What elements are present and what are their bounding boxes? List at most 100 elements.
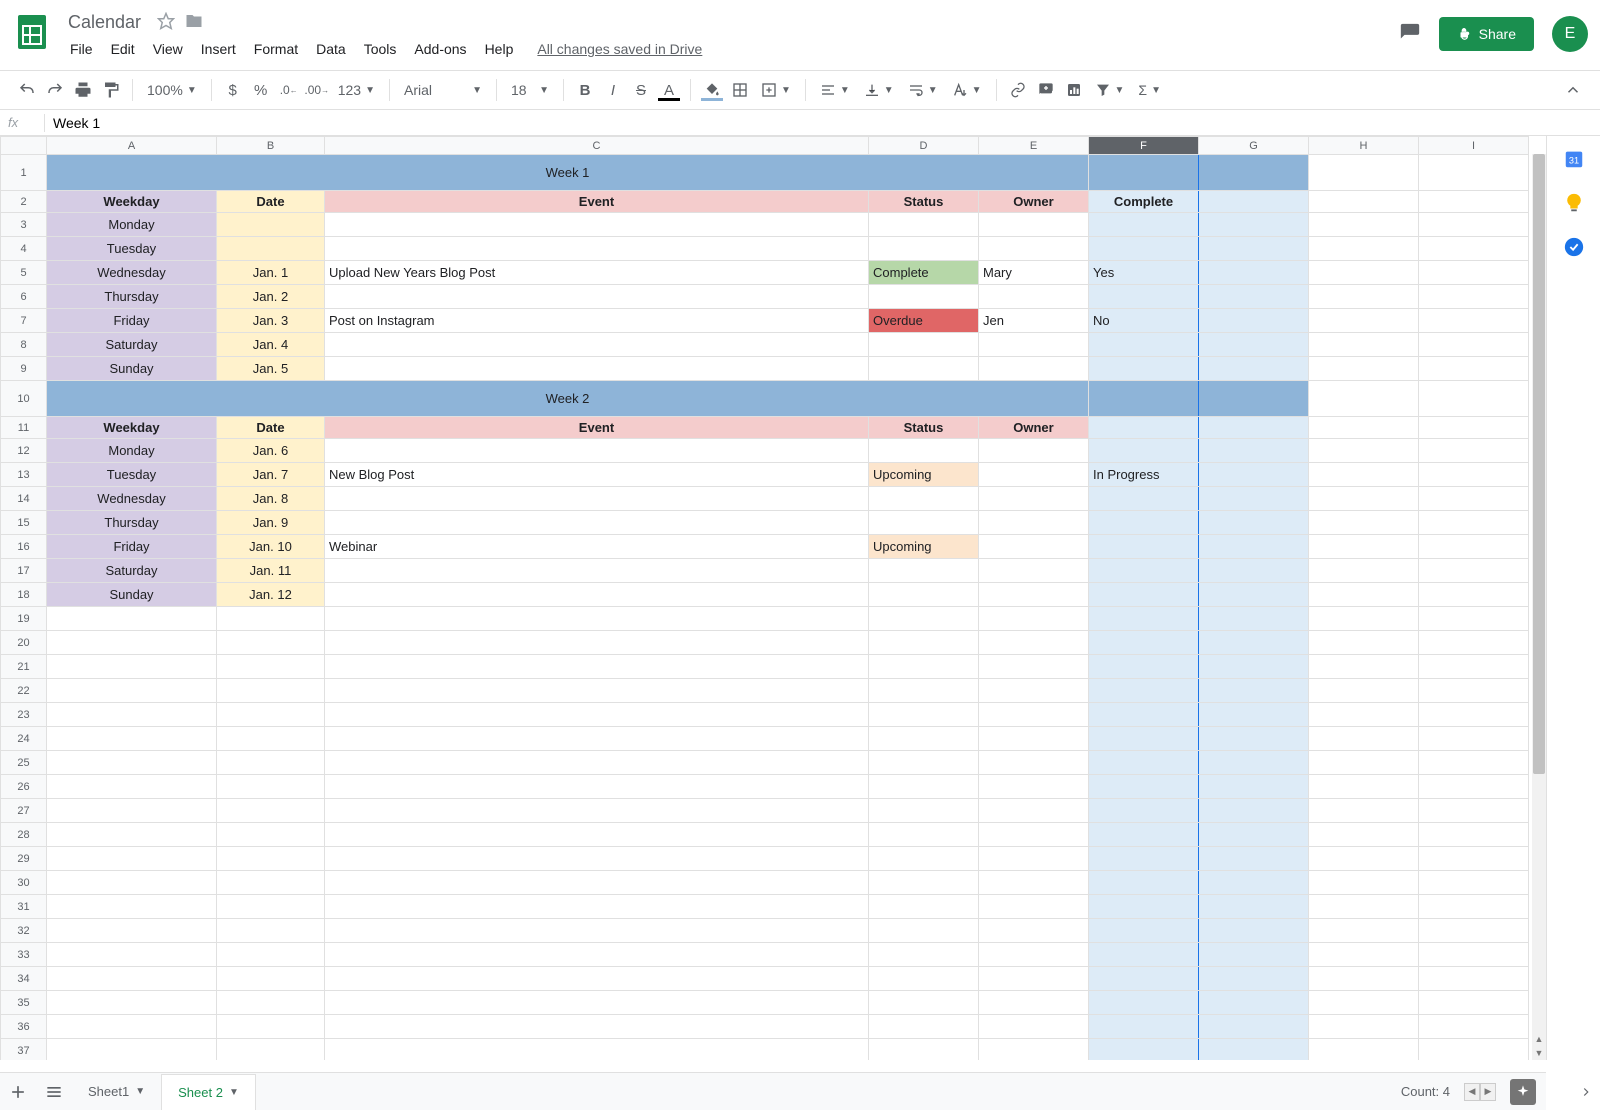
cell-B22[interactable] — [217, 679, 325, 703]
selection-count[interactable]: Count: 4 — [1401, 1084, 1450, 1099]
cell-B31[interactable] — [217, 895, 325, 919]
cell-F31[interactable] — [1089, 895, 1199, 919]
sheet-tab-sheet-2[interactable]: Sheet 2▼ — [161, 1074, 256, 1110]
cell-G32[interactable] — [1199, 919, 1309, 943]
cell-H14[interactable] — [1309, 487, 1419, 511]
cell-B3[interactable] — [217, 213, 325, 237]
cell-C19[interactable] — [325, 607, 869, 631]
cell-A23[interactable] — [47, 703, 217, 727]
menu-file[interactable]: File — [62, 37, 101, 61]
cell-F21[interactable] — [1089, 655, 1199, 679]
row-header-25[interactable]: 25 — [1, 751, 47, 775]
cell-C11[interactable]: Event — [325, 417, 869, 439]
cell-G4[interactable] — [1199, 237, 1309, 261]
cell-F23[interactable] — [1089, 703, 1199, 727]
row-header-2[interactable]: 2 — [1, 191, 47, 213]
cell-B11[interactable]: Date — [217, 417, 325, 439]
cell-E25[interactable] — [979, 751, 1089, 775]
cell-C17[interactable] — [325, 559, 869, 583]
cell-G21[interactable] — [1199, 655, 1309, 679]
cell-H18[interactable] — [1309, 583, 1419, 607]
cell-A5[interactable]: Wednesday — [47, 261, 217, 285]
font-family-select[interactable]: Arial▼ — [398, 77, 488, 103]
cell-D9[interactable] — [869, 357, 979, 381]
cell-F32[interactable] — [1089, 919, 1199, 943]
cell-D20[interactable] — [869, 631, 979, 655]
cell-H23[interactable] — [1309, 703, 1419, 727]
cell-B37[interactable] — [217, 1039, 325, 1061]
cell-E16[interactable] — [979, 535, 1089, 559]
cell-H8[interactable] — [1309, 333, 1419, 357]
cell-H15[interactable] — [1309, 511, 1419, 535]
cell-D16[interactable]: Upcoming — [869, 535, 979, 559]
functions-select[interactable]: Σ▼ — [1132, 77, 1167, 103]
filter-select[interactable]: ▼ — [1089, 77, 1131, 103]
cell-I5[interactable] — [1419, 261, 1529, 285]
cell-I28[interactable] — [1419, 823, 1529, 847]
cell-G9[interactable] — [1199, 357, 1309, 381]
cell-F12[interactable] — [1089, 439, 1199, 463]
cell-E5[interactable]: Mary — [979, 261, 1089, 285]
cell-B9[interactable]: Jan. 5 — [217, 357, 325, 381]
cell-E8[interactable] — [979, 333, 1089, 357]
cell-H25[interactable] — [1309, 751, 1419, 775]
increase-decimal-icon[interactable]: .00→ — [304, 77, 330, 103]
cell-G8[interactable] — [1199, 333, 1309, 357]
borders-icon[interactable] — [727, 77, 753, 103]
cell-G37[interactable] — [1199, 1039, 1309, 1061]
cell-E11[interactable]: Owner — [979, 417, 1089, 439]
cell-A14[interactable]: Wednesday — [47, 487, 217, 511]
row-header-18[interactable]: 18 — [1, 583, 47, 607]
cell-D6[interactable] — [869, 285, 979, 309]
cell-H20[interactable] — [1309, 631, 1419, 655]
column-header-F[interactable]: F — [1089, 137, 1199, 155]
cell-F15[interactable] — [1089, 511, 1199, 535]
cell-C3[interactable] — [325, 213, 869, 237]
menu-tools[interactable]: Tools — [356, 37, 405, 61]
cell-C26[interactable] — [325, 775, 869, 799]
row-header-16[interactable]: 16 — [1, 535, 47, 559]
vertical-align-select[interactable]: ▼ — [858, 77, 900, 103]
cell-D33[interactable] — [869, 943, 979, 967]
cell-B21[interactable] — [217, 655, 325, 679]
week-title[interactable]: Week 1 — [47, 155, 1089, 191]
column-header-G[interactable]: G — [1199, 137, 1309, 155]
cell-H37[interactable] — [1309, 1039, 1419, 1061]
cell-F33[interactable] — [1089, 943, 1199, 967]
row-header-15[interactable]: 15 — [1, 511, 47, 535]
cell-D18[interactable] — [869, 583, 979, 607]
cell-F25[interactable] — [1089, 751, 1199, 775]
cell-I21[interactable] — [1419, 655, 1529, 679]
cell-I7[interactable] — [1419, 309, 1529, 333]
cell-E6[interactable] — [979, 285, 1089, 309]
cell-C30[interactable] — [325, 871, 869, 895]
cell-I15[interactable] — [1419, 511, 1529, 535]
sheet-tab-sheet1[interactable]: Sheet1▼ — [72, 1074, 161, 1110]
cell-A13[interactable]: Tuesday — [47, 463, 217, 487]
row-header-33[interactable]: 33 — [1, 943, 47, 967]
cell-H30[interactable] — [1309, 871, 1419, 895]
cell-I33[interactable] — [1419, 943, 1529, 967]
cell-H22[interactable] — [1309, 679, 1419, 703]
column-header-I[interactable]: I — [1419, 137, 1529, 155]
scroll-up-icon[interactable]: ▲ — [1532, 1032, 1546, 1046]
cell-A22[interactable] — [47, 679, 217, 703]
cell-E14[interactable] — [979, 487, 1089, 511]
cell-E32[interactable] — [979, 919, 1089, 943]
currency-icon[interactable]: $ — [220, 77, 246, 103]
cell-E21[interactable] — [979, 655, 1089, 679]
cell-E13[interactable] — [979, 463, 1089, 487]
cell-I10[interactable] — [1419, 381, 1529, 417]
cell-A34[interactable] — [47, 967, 217, 991]
cell-B7[interactable]: Jan. 3 — [217, 309, 325, 333]
column-header-E[interactable]: E — [979, 137, 1089, 155]
cell-E20[interactable] — [979, 631, 1089, 655]
cell-C29[interactable] — [325, 847, 869, 871]
cell-G31[interactable] — [1199, 895, 1309, 919]
cell-E2[interactable]: Owner — [979, 191, 1089, 213]
add-sheet-icon[interactable] — [0, 1074, 36, 1110]
cell-I37[interactable] — [1419, 1039, 1529, 1061]
cell-A26[interactable] — [47, 775, 217, 799]
cell-F8[interactable] — [1089, 333, 1199, 357]
row-header-28[interactable]: 28 — [1, 823, 47, 847]
